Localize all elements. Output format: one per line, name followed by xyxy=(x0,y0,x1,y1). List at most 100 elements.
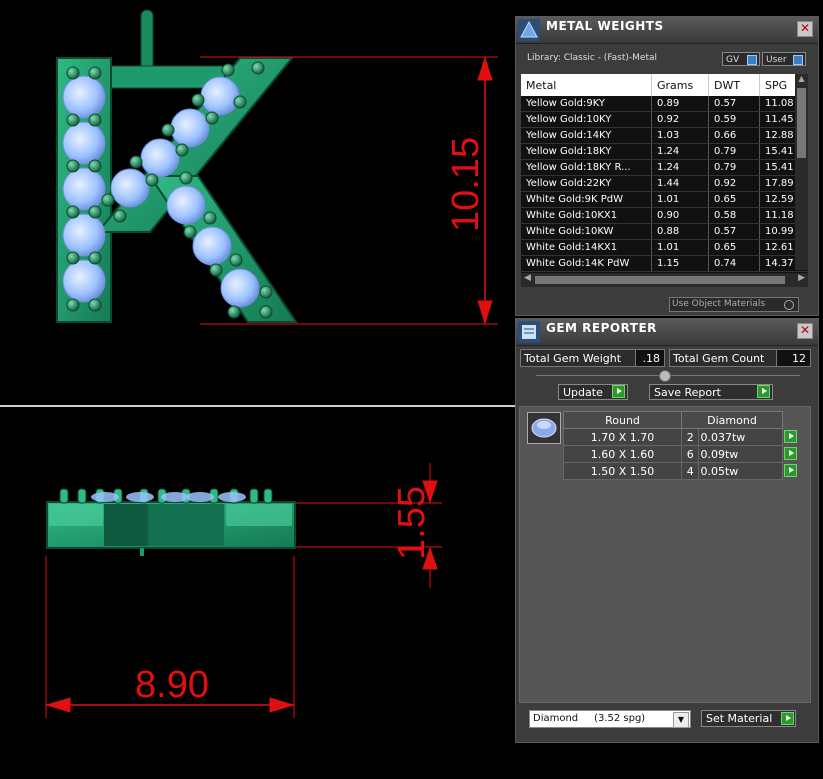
round-gem-shape-icon xyxy=(527,412,561,444)
dwt-cell: 0.59 xyxy=(708,111,760,128)
dwt-cell: 0.74 xyxy=(708,255,760,272)
gem-weight-cell: 0.09tw xyxy=(698,445,797,463)
gem-row-play-icon[interactable] xyxy=(784,464,797,477)
metal-weights-title: METAL WEIGHTS xyxy=(546,19,664,33)
update-button-label: Update xyxy=(563,386,603,399)
metal-weights-titlebar[interactable]: METAL WEIGHTS ✕ xyxy=(516,17,818,44)
save-report-play-icon[interactable] xyxy=(757,385,770,398)
vscroll-thumb[interactable] xyxy=(797,88,806,158)
gem-type-header: Diamond xyxy=(681,411,783,429)
gem-weight-cell: 0.05tw xyxy=(698,462,797,480)
metal-name-cell: White Gold:9K PdW xyxy=(521,191,652,208)
gem-table-body: 1.70 X 1.70 2 0.037tw 1.60 X 1.60 6 0.09tw 1.5… xyxy=(563,428,797,480)
use-object-materials-button[interactable]: Use Object Materials xyxy=(669,297,799,312)
metal-row[interactable]: Yellow Gold:18KY R... 1.24 0.79 15.41 xyxy=(521,159,808,176)
metal-name-cell: Yellow Gold:18KY R... xyxy=(521,159,652,176)
user-toggle-indicator-icon xyxy=(793,55,803,65)
gem-row-play-icon[interactable] xyxy=(784,430,797,443)
library-label: Library: Classic - (Fast)-Metal xyxy=(527,53,658,63)
metal-table: Metal Grams DWT SPG Yellow Gold:9KY 0.89 0… xyxy=(521,74,808,272)
metal-table-container: Metal Grams DWT SPG Yellow Gold:9KY 0.89 0… xyxy=(521,74,808,274)
dwt-cell: 0.79 xyxy=(708,159,760,176)
dropdown-arrow-icon[interactable]: ▼ xyxy=(673,712,689,728)
gem-row-play-icon[interactable] xyxy=(784,447,797,460)
cad-viewport[interactable]: 10.15 1.55 8.90 xyxy=(0,0,515,775)
metal-row[interactable]: Yellow Gold:14KY 1.03 0.66 12.88 xyxy=(521,127,808,144)
save-report-button-label: Save Report xyxy=(654,386,721,399)
stem-gems xyxy=(62,75,106,303)
metal-name-cell: White Gold:10KW xyxy=(521,223,652,240)
dwt-cell: 0.92 xyxy=(708,175,760,192)
total-gem-weight-value: .18 xyxy=(635,349,665,367)
metal-row[interactable]: White Gold:14KX1 1.01 0.65 12.61 xyxy=(521,239,808,256)
grams-cell: 0.89 xyxy=(651,96,709,112)
metal-weights-close-icon[interactable]: ✕ xyxy=(797,21,813,37)
gv-toggle[interactable]: GV xyxy=(722,52,760,66)
metal-name-cell: Yellow Gold:22KY xyxy=(521,175,652,192)
side-view-pendant xyxy=(46,488,296,556)
metal-row[interactable]: White Gold:10KW 0.88 0.57 10.99 xyxy=(521,223,808,240)
grams-cell: 0.92 xyxy=(651,111,709,128)
save-report-button[interactable]: Save Report xyxy=(649,384,773,400)
gem-count-cell: 6 xyxy=(680,445,700,463)
col-grams[interactable]: Grams xyxy=(651,74,709,96)
user-toggle-label: User xyxy=(766,55,787,65)
gem-table-header: Round Diamond xyxy=(563,411,783,429)
grams-cell: 1.01 xyxy=(651,239,709,256)
grams-cell: 0.90 xyxy=(651,207,709,224)
metal-row[interactable]: Yellow Gold:22KY 1.44 0.92 17.89 xyxy=(521,175,808,192)
dimension-height-side-label: 1.55 xyxy=(391,486,433,560)
splitter-grip-icon[interactable] xyxy=(659,370,671,382)
dwt-cell: 0.66 xyxy=(708,127,760,144)
dwt-cell: 0.57 xyxy=(708,96,760,112)
gem-size-cell: 1.60 X 1.60 xyxy=(563,445,682,463)
metal-row[interactable]: White Gold:10KX1 0.90 0.58 11.18 xyxy=(521,207,808,224)
set-material-play-icon[interactable] xyxy=(781,712,794,725)
dwt-cell: 0.79 xyxy=(708,143,760,160)
dimension-height-top-label: 10.15 xyxy=(445,137,487,232)
dwt-cell: 0.65 xyxy=(708,239,760,256)
metal-row[interactable]: White Gold:14K PdW 1.15 0.74 14.37 xyxy=(521,255,808,272)
dwt-cell: 0.58 xyxy=(708,207,760,224)
gem-row[interactable]: 1.60 X 1.60 6 0.09tw xyxy=(563,445,797,463)
grams-cell: 1.24 xyxy=(651,159,709,176)
col-dwt[interactable]: DWT xyxy=(708,74,760,96)
viewport-canvas: 10.15 1.55 8.90 xyxy=(0,9,515,718)
update-play-icon[interactable] xyxy=(612,385,625,398)
scroll-left-icon[interactable]: ◀ xyxy=(524,273,531,283)
gem-reporter-close-icon[interactable]: ✕ xyxy=(797,323,813,339)
metal-table-hscroll[interactable]: ◀ ▶ xyxy=(521,273,808,287)
metal-name-cell: Yellow Gold:18KY xyxy=(521,143,652,160)
gem-reporter-title: GEM REPORTER xyxy=(546,321,657,335)
use-object-materials-radio-icon[interactable] xyxy=(784,300,794,310)
grams-cell: 1.24 xyxy=(651,143,709,160)
gem-count-cell: 4 xyxy=(680,462,700,480)
grams-cell: 1.15 xyxy=(651,255,709,272)
grams-cell: 1.03 xyxy=(651,127,709,144)
scroll-up-icon[interactable]: ▲ xyxy=(795,74,808,86)
material-select[interactable]: Diamond (3.52 spg) ▼ xyxy=(529,710,691,728)
gem-row[interactable]: 1.70 X 1.70 2 0.037tw xyxy=(563,428,797,446)
user-toggle[interactable]: User xyxy=(762,52,806,66)
scroll-right-icon[interactable]: ▶ xyxy=(798,273,805,283)
col-metal[interactable]: Metal xyxy=(521,74,652,96)
total-gem-count-value: 12 xyxy=(776,349,811,367)
hscroll-thumb[interactable] xyxy=(535,276,785,284)
gem-row[interactable]: 1.50 X 1.50 4 0.05tw xyxy=(563,462,797,480)
gv-toggle-indicator-icon xyxy=(747,55,757,65)
gem-size-cell: 1.50 X 1.50 xyxy=(563,462,682,480)
gv-toggle-label: GV xyxy=(726,55,740,65)
metal-row[interactable]: White Gold:9K PdW 1.01 0.65 12.59 xyxy=(521,191,808,208)
metal-name-cell: White Gold:10KX1 xyxy=(521,207,652,224)
metal-weights-panel: METAL WEIGHTS ✕ Library: Classic - (Fast… xyxy=(515,16,819,316)
gem-shape-header: Round xyxy=(563,411,682,429)
grams-cell: 0.88 xyxy=(651,223,709,240)
set-material-button-label: Set Material xyxy=(706,712,773,725)
metal-table-vscroll[interactable]: ▲ xyxy=(795,74,808,270)
gem-reporter-panel: GEM REPORTER ✕ Total Gem Weight .18 Tota… xyxy=(515,318,819,743)
metal-row[interactable]: Yellow Gold:18KY 1.24 0.79 15.41 xyxy=(521,143,808,160)
metal-row[interactable]: Yellow Gold:9KY 0.89 0.57 11.08 xyxy=(521,96,808,112)
metal-table-header: Metal Grams DWT SPG xyxy=(521,74,808,96)
metal-row[interactable]: Yellow Gold:10KY 0.92 0.59 11.45 xyxy=(521,111,808,128)
gem-reporter-titlebar[interactable]: GEM REPORTER ✕ xyxy=(516,319,818,346)
